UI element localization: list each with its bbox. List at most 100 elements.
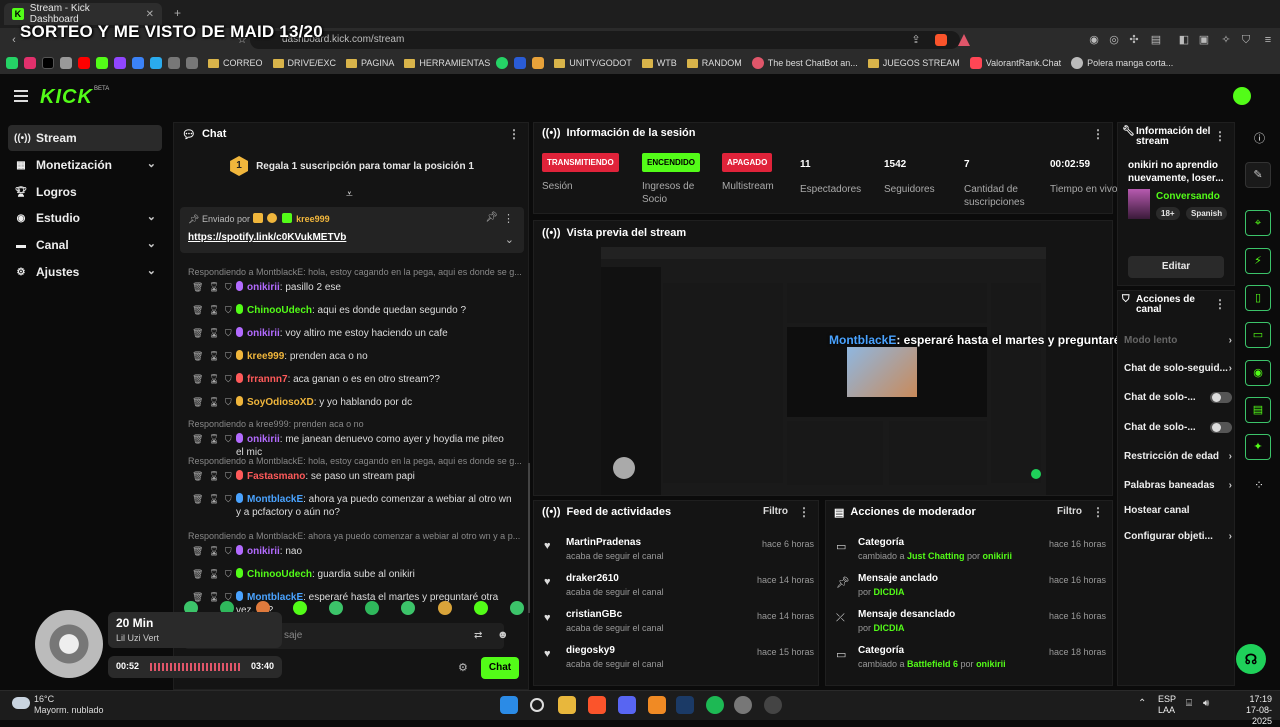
bookmark-link[interactable]: Polera manga corta... — [1071, 57, 1173, 69]
message-mod-tools-icon[interactable]: 🗑︎⌛︎⛉ — [192, 545, 237, 558]
bookmark-folder[interactable]: DRIVE/EXC — [272, 58, 336, 68]
translate-icon[interactable]: ⇄ — [474, 630, 482, 641]
bookmark-link[interactable]: ValorantRank.Chat — [969, 57, 1061, 69]
sidebar-item-estudio[interactable]: ◉ Estudio ⌄ — [8, 205, 162, 231]
kebab-menu-icon[interactable]: ⋮ — [508, 127, 520, 141]
chat-username[interactable]: onikirii — [247, 282, 280, 293]
info-icon[interactable]: ⓘ — [1254, 130, 1265, 146]
whatsapp-icon[interactable] — [6, 57, 18, 69]
obs-icon[interactable] — [764, 696, 782, 714]
tab-search-icon[interactable]: ▤ — [1150, 34, 1162, 46]
emote-icon[interactable] — [437, 601, 452, 615]
bookmark-folder[interactable]: JUEGOS STREAM — [867, 58, 960, 68]
chat-scrollbar[interactable] — [528, 463, 530, 613]
pencil-icon[interactable]: ✎ — [1245, 162, 1271, 188]
bookmark-folder[interactable]: RANDOM — [686, 58, 742, 68]
chat-username[interactable]: frrannn7 — [247, 374, 288, 385]
extension-icon[interactable]: ◎ — [1108, 34, 1120, 46]
edit-stream-button[interactable]: Editar — [1128, 256, 1224, 278]
kick-icon[interactable] — [96, 57, 108, 69]
chat-username[interactable]: onikirii — [247, 546, 280, 557]
layout-icon[interactable]: ▤ — [1245, 397, 1271, 423]
mod-action-item[interactable]: ⤫ Mensaje desanclado por DICDIA hace 16 hor… — [836, 609, 1106, 645]
message-mod-tools-icon[interactable]: 🗑︎⌛︎⛉ — [192, 281, 237, 294]
leo-icon[interactable]: ✧ — [1220, 34, 1232, 46]
chat-only-toggle-row[interactable]: Chat de solo-... — [1124, 392, 1232, 403]
stream-category[interactable]: Conversando — [1156, 191, 1220, 202]
chat-message[interactable]: 🗑︎⌛︎⛉ ChinooUdech: guardia sube al onikir… — [174, 568, 524, 582]
sidebar-icon[interactable]: ◧ — [1178, 34, 1190, 46]
message-mod-tools-icon[interactable]: 🗑︎⌛︎⛉ — [192, 470, 237, 483]
chat-message[interactable]: 🗑︎⌛︎⛉ onikirii: voy altiro me estoy hacie… — [174, 327, 524, 341]
chat-message[interactable]: 🗑︎⌛︎⛉ kree999: prenden aca o no — [174, 350, 524, 364]
puzzle-icon[interactable]: ✣ — [1128, 34, 1140, 46]
sidebar-item-canal[interactable]: ▬ Canal ⌄ — [8, 232, 162, 258]
bookmark-folder[interactable]: WTB — [641, 58, 677, 68]
configure-goals-row[interactable]: Configurar objeti... › — [1124, 531, 1232, 542]
language-indicator[interactable]: ESP LAA — [1158, 694, 1176, 716]
feed-filter-button[interactable]: Filtro — [763, 506, 788, 517]
back-icon[interactable]: ‹ — [8, 34, 20, 46]
chat-message[interactable]: 🗑︎⌛︎⛉ onikirii: me janean denuevo como ay… — [174, 433, 524, 458]
toggle-switch[interactable] — [1210, 392, 1232, 403]
url-input[interactable]: dashboard.kick.com/stream — [250, 31, 960, 49]
bookmark-icon[interactable] — [186, 57, 198, 69]
sidebar-item-monetizacion[interactable]: ▦ Monetización ⌄ — [8, 152, 162, 178]
spotify-icon[interactable] — [706, 696, 724, 714]
message-mod-tools-icon[interactable]: 🗑︎⌛︎⛉ — [192, 568, 237, 581]
chat-icon[interactable]: ▭ — [1245, 322, 1271, 348]
followers-only-row[interactable]: Chat de solo-seguid... › — [1124, 363, 1232, 374]
chat-message[interactable]: 🗑︎⌛︎⛉ SoyOdiosoXD: y yo hablando por dc — [174, 396, 524, 410]
mod-action-item[interactable]: ▭ Categoría cambiado a Battlefield 6 por o… — [836, 645, 1106, 681]
sidebar-item-stream[interactable]: ((•)) Stream — [8, 125, 162, 151]
apps-icon[interactable]: ⁘ — [1254, 478, 1264, 492]
support-chat-icon[interactable]: ☊ — [1236, 644, 1266, 674]
kebab-menu-icon[interactable]: ⋮ — [1092, 127, 1104, 141]
chat-username[interactable]: MontblackE — [247, 494, 303, 505]
apple-icon[interactable] — [60, 57, 72, 69]
menu-icon[interactable]: ≡ — [1262, 34, 1274, 46]
behance-icon[interactable] — [514, 57, 527, 69]
bookmark-icon[interactable] — [168, 57, 180, 69]
telegram-icon[interactable] — [150, 57, 162, 69]
emote-icon[interactable] — [401, 601, 416, 615]
kebab-menu-icon[interactable]: ⋮ — [1214, 297, 1226, 311]
chat-settings-icon[interactable]: ⚙ — [458, 661, 468, 674]
mod-by[interactable]: onikirii — [983, 551, 1013, 561]
bookmark-folder[interactable]: HERRAMIENTAS — [404, 58, 490, 68]
age-restriction-row[interactable]: Restricción de edad › — [1124, 451, 1232, 462]
emote-icon[interactable] — [473, 601, 488, 615]
pinned-username[interactable]: kree999 — [296, 214, 330, 224]
document-icon[interactable]: ▯ — [1245, 285, 1271, 311]
feed-username[interactable]: diegosky9 — [566, 645, 615, 656]
feed-username[interactable]: draker2610 — [566, 573, 619, 584]
weather-widget[interactable]: 16°C Mayorm. nublado — [10, 694, 104, 716]
mod-highlight[interactable]: DICDIA — [874, 587, 905, 597]
emote-icon[interactable] — [292, 601, 307, 615]
windows-start-icon[interactable] — [500, 696, 518, 714]
feed-username[interactable]: MartinPradenas — [566, 537, 641, 548]
kick-logo[interactable]: KICK — [40, 86, 93, 109]
x-icon[interactable] — [42, 57, 54, 69]
file-explorer-icon[interactable] — [558, 696, 576, 714]
emote-icon[interactable] — [328, 601, 343, 615]
mod-action-item[interactable]: 📌︎ Mensaje anclado por DICDIA hace 16 horas — [836, 573, 1106, 609]
banned-words-row[interactable]: Palabras baneadas › — [1124, 480, 1232, 491]
chat-message[interactable]: 🗑︎⌛︎⛉ onikirii: pasillo 2 ese — [174, 281, 524, 295]
kebab-menu-icon[interactable]: ⋮ — [1214, 129, 1226, 143]
bookmark-folder[interactable]: UNITY/GODOT — [554, 58, 632, 68]
toggle-switch[interactable] — [1210, 422, 1232, 433]
bookmark-link[interactable]: The best ChatBot an... — [751, 57, 858, 69]
scroll-down-icon[interactable]: ⩡ — [346, 187, 353, 202]
sidebar-item-logros[interactable]: 🏆︎ Logros — [8, 179, 162, 205]
bookmark-icon[interactable] — [132, 57, 144, 69]
emoji-icon[interactable]: ☻ — [497, 629, 509, 641]
chat-username[interactable]: onikirii — [247, 434, 280, 445]
emote-icon[interactable] — [365, 601, 380, 615]
host-channel-row[interactable]: Hostear canal — [1124, 505, 1232, 516]
target-icon[interactable]: ⌖ — [1245, 210, 1271, 236]
user-avatar-icon[interactable] — [1233, 87, 1251, 105]
chat-username[interactable]: Fastasmano — [247, 471, 305, 482]
mod-highlight[interactable]: DICDIA — [874, 623, 905, 633]
chat-message[interactable]: 🗑︎⌛︎⛉ Fastasmano: se paso un stream papi — [174, 470, 524, 484]
